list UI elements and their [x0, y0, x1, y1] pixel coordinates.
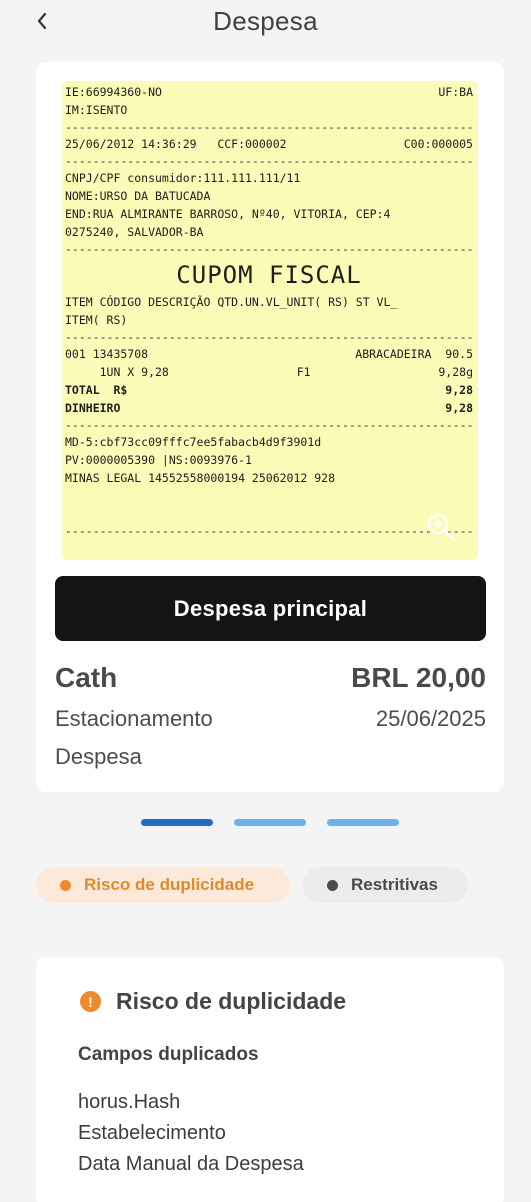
- expense-card: IE:66994360-NO UF:BA IM:ISENTO ----------…: [36, 62, 504, 792]
- receipt-line: DINHEIRO 9,28: [65, 401, 473, 415]
- receipt-divider: ----------------------------------------…: [65, 242, 473, 256]
- receipt-line: 0275240, SALVADOR-BA: [65, 225, 204, 239]
- receipt-line: CNPJ/CPF consumidor:111.111.111/11: [65, 171, 301, 185]
- receipt-line: MINAS LEGAL 14552558000194 25062012 928: [65, 471, 336, 485]
- receipt-line: END:RUA ALMIRANTE BARROSO, Nº40, VITORIA…: [65, 207, 391, 221]
- receipt-divider: ----------------------------------------…: [65, 524, 473, 538]
- receipt-line: MD-5:cbf73cc09fffc7ee5fabacb4d9f3901d: [65, 435, 322, 449]
- expense-summary-row: Cath BRL 20,00: [55, 662, 486, 694]
- expense-date: 25/06/2025: [375, 706, 486, 731]
- receipt-divider: ----------------------------------------…: [65, 330, 473, 344]
- expense-category: Estacionamento: [55, 706, 213, 731]
- pager-indicator: [0, 819, 531, 827]
- expense-detail-row: Estacionamento 25/06/2025: [55, 706, 486, 732]
- list-item: Data Manual da Despesa: [78, 1153, 304, 1175]
- receipt-line: 001 13435708 ABRACADEIRA 90.5: [65, 347, 473, 361]
- duplicate-risk-card: ! Risco de duplicidade Campos duplicados…: [36, 957, 504, 1202]
- pager-dot-1[interactable]: [141, 819, 213, 826]
- pager-dot-2[interactable]: [234, 819, 306, 826]
- list-item: Estabelecimento: [78, 1122, 226, 1144]
- expense-type: Despesa: [55, 744, 142, 769]
- tag-restrictive[interactable]: Restritivas: [302, 867, 468, 903]
- risk-title: Risco de duplicidade: [116, 988, 347, 1014]
- receipt-line: IM:ISENTO: [65, 103, 128, 117]
- zoom-button[interactable]: [426, 512, 456, 542]
- receipt-line: PV:0000005390 |NS:0093976-1: [65, 453, 252, 467]
- dot-icon: [327, 879, 338, 891]
- receipt-line: IE:66994360-NO UF:BA: [65, 85, 473, 99]
- duplicated-fields-heading: Campos duplicados: [78, 1044, 259, 1065]
- list-item: horus.Hash: [78, 1091, 181, 1113]
- receipt-line: ITEM( RS): [65, 313, 128, 327]
- warning-icon: !: [80, 991, 101, 1012]
- receipt-line: ITEM CÓDIGO DESCRIÇÃO QTD.UN.VL_UNIT( RS…: [65, 295, 398, 309]
- receipt-line: 25/06/2012 14:36:29 CCF:000002 C00:000005: [65, 137, 473, 151]
- page-title: Despesa: [213, 6, 318, 36]
- duplicated-fields-list: horus.Hash Estabelecimento Data Manual d…: [78, 1087, 304, 1180]
- receipt-image[interactable]: IE:66994360-NO UF:BA IM:ISENTO ----------…: [62, 81, 478, 560]
- tag-duplicate-risk[interactable]: Risco de duplicidade: [36, 867, 290, 903]
- pager-dot-3[interactable]: [327, 819, 399, 826]
- receipt-divider: ----------------------------------------…: [65, 154, 473, 168]
- risk-header: ! Risco de duplicidade: [80, 988, 346, 1015]
- establishment-name: Cath: [55, 662, 118, 693]
- expense-amount: BRL 20,00: [351, 662, 486, 693]
- zoom-in-icon: [427, 513, 455, 541]
- receipt-line: NOME:URSO DA BATUCADA: [65, 189, 211, 203]
- receipt-total: TOTAL R$ 9,28: [65, 383, 473, 397]
- expense-type-row: Despesa: [55, 744, 486, 770]
- header: Despesa: [0, 0, 531, 44]
- receipt-divider: ----------------------------------------…: [65, 418, 473, 432]
- receipt-line: 1UN X 9,28 F1 9,28g: [65, 365, 473, 379]
- dot-icon: [60, 879, 71, 891]
- receipt-divider: ----------------------------------------…: [65, 120, 473, 134]
- main-expense-button[interactable]: Despesa principal: [55, 576, 486, 641]
- receipt-heading: CUPOM FISCAL: [176, 261, 362, 289]
